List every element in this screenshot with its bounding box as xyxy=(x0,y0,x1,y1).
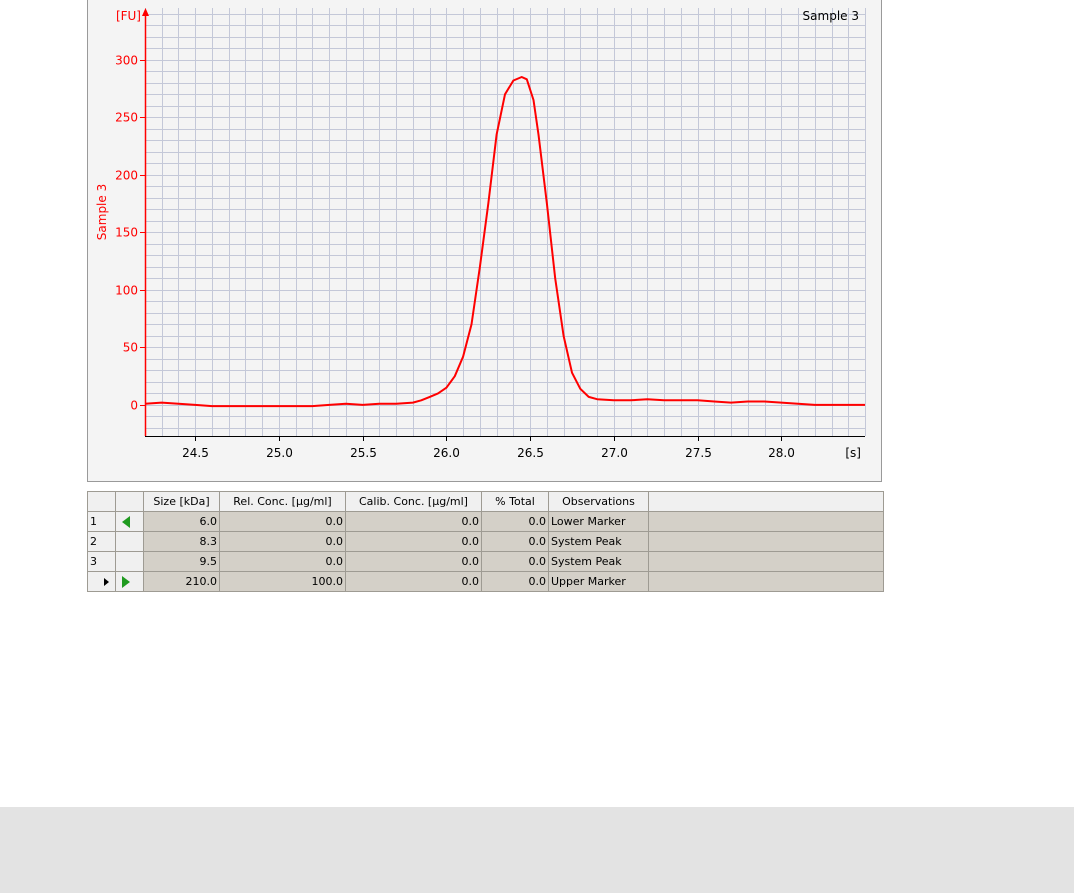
x-tick-label: 28.0 xyxy=(768,446,795,460)
row-number-header xyxy=(87,491,116,512)
upper-marker-icon xyxy=(122,576,130,588)
y-tick-label: 200 xyxy=(115,169,138,183)
current-row-pointer-icon xyxy=(104,578,109,586)
table-header-row: Size [kDa] Rel. Conc. [µg/ml] Calib. Con… xyxy=(87,491,884,512)
x-tick-label: 25.0 xyxy=(266,446,293,460)
x-tick-label: 27.5 xyxy=(685,446,712,460)
marker-cell[interactable] xyxy=(115,511,144,532)
x-tick-label: 25.5 xyxy=(350,446,377,460)
calib-conc-cell[interactable]: 0.0 xyxy=(345,511,482,532)
marker-header xyxy=(115,491,144,512)
x-tick-label: 24.5 xyxy=(182,446,209,460)
size-cell[interactable]: 210.0 xyxy=(143,571,220,592)
pct-total-header[interactable]: % Total xyxy=(481,491,549,512)
lower-marker-icon xyxy=(122,516,130,528)
y-unit-label: [FU] xyxy=(116,9,141,23)
marker-cell[interactable] xyxy=(115,571,144,592)
filler-cell[interactable] xyxy=(648,571,884,592)
size-cell[interactable]: 8.3 xyxy=(143,531,220,552)
y-tick-label: 50 xyxy=(123,341,138,355)
x-unit-label: [s] xyxy=(845,446,861,460)
peak-results-table: Size [kDa] Rel. Conc. [µg/ml] Calib. Con… xyxy=(87,491,884,592)
pct-total-cell[interactable]: 0.0 xyxy=(481,511,549,532)
chart-svg: 24.5 25.0 25.5 26.0 26.5 27.0 27.5 28.0 [s] 0 50 10… xyxy=(95,8,866,460)
size-cell[interactable]: 9.5 xyxy=(143,551,220,572)
calib-conc-cell[interactable]: 0.0 xyxy=(345,551,482,572)
y-axis-title: Sample 3 xyxy=(95,184,109,240)
filler-header xyxy=(648,491,884,512)
electropherogram-chart: 24.5 25.0 25.5 26.0 26.5 27.0 27.5 28.0 [s] 0 50 10… xyxy=(87,0,882,482)
rel-conc-cell[interactable]: 100.0 xyxy=(219,571,346,592)
rel-conc-cell[interactable]: 0.0 xyxy=(219,531,346,552)
observation-cell[interactable]: System Peak xyxy=(548,531,649,552)
observation-cell[interactable]: Lower Marker xyxy=(548,511,649,532)
pct-total-cell[interactable]: 0.0 xyxy=(481,571,549,592)
table-row[interactable]: 2 8.3 0.0 0.0 0.0 System Peak xyxy=(87,531,884,552)
x-tick-label: 27.0 xyxy=(601,446,628,460)
y-tick-label: 100 xyxy=(115,284,138,298)
calib-conc-cell[interactable]: 0.0 xyxy=(345,571,482,592)
chart-title: Sample 3 xyxy=(803,9,859,23)
y-tick-label: 0 xyxy=(130,399,138,413)
calib-conc-cell[interactable]: 0.0 xyxy=(345,531,482,552)
footer-band xyxy=(0,807,1074,893)
observation-cell[interactable]: System Peak xyxy=(548,551,649,572)
table-row[interactable]: 3 9.5 0.0 0.0 0.0 System Peak xyxy=(87,551,884,572)
size-header[interactable]: Size [kDa] xyxy=(143,491,220,512)
table-row[interactable]: 210.0 100.0 0.0 0.0 Upper Marker xyxy=(87,571,884,592)
y-tick-label: 150 xyxy=(115,226,138,240)
size-cell[interactable]: 6.0 xyxy=(143,511,220,532)
row-index[interactable] xyxy=(87,571,116,592)
rel-conc-cell[interactable]: 0.0 xyxy=(219,551,346,572)
y-tick-label: 300 xyxy=(115,54,138,68)
rel-conc-cell[interactable]: 0.0 xyxy=(219,511,346,532)
y-tick-label: 250 xyxy=(115,111,138,125)
observation-cell[interactable]: Upper Marker xyxy=(548,571,649,592)
row-index[interactable]: 1 xyxy=(87,511,116,532)
filler-cell[interactable] xyxy=(648,551,884,572)
rel-conc-header[interactable]: Rel. Conc. [µg/ml] xyxy=(219,491,346,512)
filler-cell[interactable] xyxy=(648,531,884,552)
row-index[interactable]: 3 xyxy=(87,551,116,572)
pct-total-cell[interactable]: 0.0 xyxy=(481,551,549,572)
pct-total-cell[interactable]: 0.0 xyxy=(481,531,549,552)
x-tick-label: 26.5 xyxy=(517,446,544,460)
marker-cell[interactable] xyxy=(115,551,144,572)
table-row[interactable]: 1 6.0 0.0 0.0 0.0 Lower Marker xyxy=(87,511,884,532)
calib-conc-header[interactable]: Calib. Conc. [µg/ml] xyxy=(345,491,482,512)
row-index[interactable]: 2 xyxy=(87,531,116,552)
observations-header[interactable]: Observations xyxy=(548,491,649,512)
marker-cell[interactable] xyxy=(115,531,144,552)
filler-cell[interactable] xyxy=(648,511,884,532)
x-tick-label: 26.0 xyxy=(433,446,460,460)
